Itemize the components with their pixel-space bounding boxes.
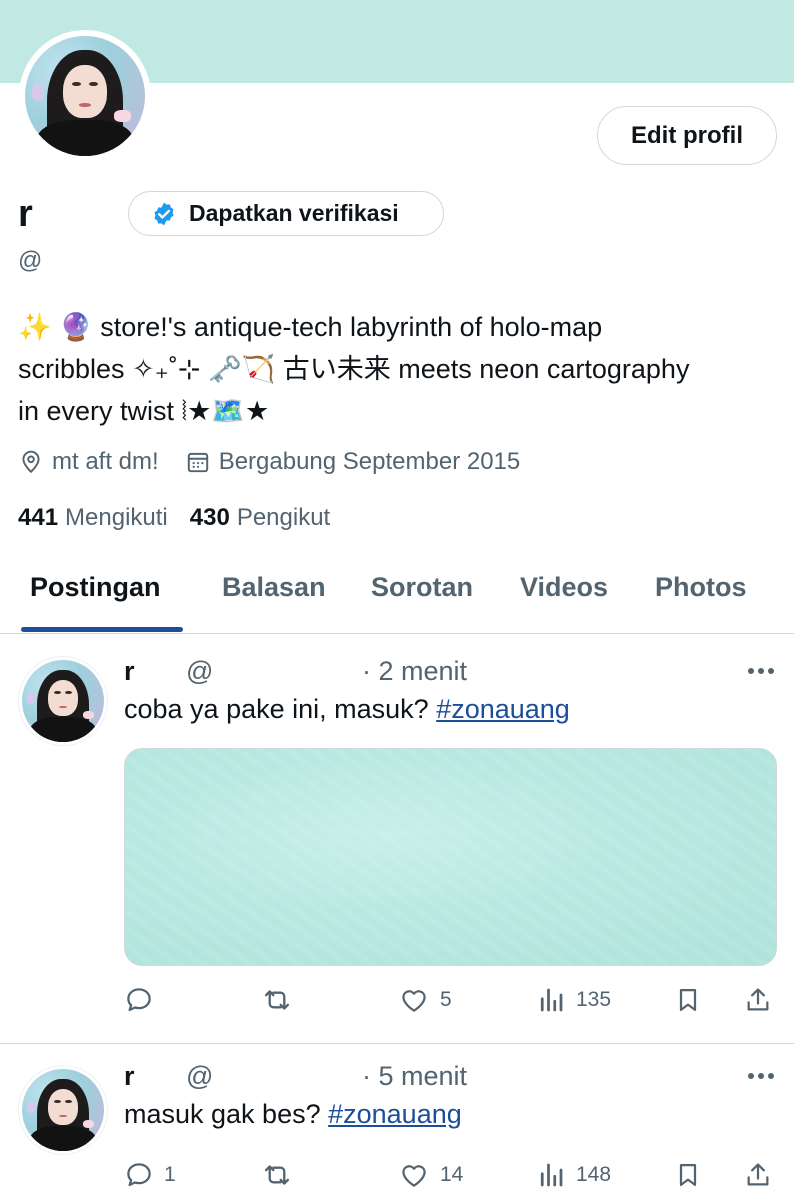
hashtag-link[interactable]: #zonauang xyxy=(436,694,570,724)
get-verified-button[interactable]: Dapatkan verifikasi xyxy=(128,191,444,236)
tab-highlights[interactable]: Sorotan xyxy=(371,572,473,603)
post-author-handle[interactable]: @ xyxy=(186,1061,362,1092)
location-icon xyxy=(22,450,40,474)
reply-icon xyxy=(127,988,151,1012)
views-icon xyxy=(540,1163,563,1187)
bookmark-button[interactable] xyxy=(674,982,712,1018)
joined-text: Bergabung September 2015 xyxy=(218,448,521,475)
reply-button[interactable]: 1 xyxy=(124,1157,176,1193)
calendar-icon xyxy=(187,452,208,473)
followers-count: 430 xyxy=(189,504,230,531)
edit-profile-button[interactable]: Edit profil xyxy=(597,106,777,165)
get-verified-label: Dapatkan verifikasi xyxy=(189,200,399,226)
share-icon xyxy=(747,988,769,1011)
reply-count: 1 xyxy=(164,1163,176,1186)
profile-location: mt aft dm! xyxy=(18,448,159,476)
views-count: 135 xyxy=(576,988,612,1011)
post-author-name[interactable]: r xyxy=(124,656,186,687)
like-icon xyxy=(402,990,426,1012)
repost-icon xyxy=(264,1165,290,1185)
repost-icon xyxy=(264,990,290,1010)
post-header: r @ · 2 menit xyxy=(124,654,774,688)
views-icon xyxy=(540,988,563,1012)
bookmark-icon xyxy=(679,1163,697,1187)
post-actions: 5 135 xyxy=(124,982,784,1018)
hashtag-link[interactable]: #zonauang xyxy=(328,1099,462,1129)
tab-photos[interactable]: Photos xyxy=(655,572,747,603)
follow-stats: 441 Mengikuti 430 Pengikut xyxy=(18,502,352,534)
repost-button[interactable] xyxy=(260,982,304,1018)
share-icon xyxy=(747,1163,769,1186)
tab-videos[interactable]: Videos xyxy=(520,572,608,603)
post-body: coba ya pake ini, masuk? xyxy=(124,694,437,724)
post-header: r @ · 5 menit xyxy=(124,1059,774,1093)
post-actions: 1 14 148 xyxy=(124,1157,784,1193)
following-label: Mengikuti xyxy=(65,504,168,531)
bookmark-icon xyxy=(679,988,697,1012)
tab-posts[interactable]: Postingan xyxy=(30,572,161,603)
repost-button[interactable] xyxy=(260,1157,304,1193)
post-author-handle[interactable]: @ xyxy=(186,656,362,687)
share-button[interactable] xyxy=(744,982,782,1018)
profile-bio: ✨ 🔮 store!'s antique-tech labyrinth of h… xyxy=(18,306,788,432)
post-time[interactable]: · 2 menit xyxy=(362,656,467,687)
views-button[interactable]: 135 xyxy=(536,982,611,1018)
verified-icon xyxy=(154,202,174,225)
views-count: 148 xyxy=(576,1163,612,1186)
post-media-image[interactable] xyxy=(124,748,777,966)
like-button[interactable]: 5 xyxy=(398,982,452,1018)
post-text: masuk gak bes? #zonauang xyxy=(124,1099,462,1130)
profile-tabs: Postingan Balasan Sorotan Videos Photos xyxy=(0,560,794,634)
more-icon[interactable] xyxy=(746,656,776,686)
like-icon xyxy=(402,1165,426,1187)
following-count: 441 xyxy=(18,504,59,531)
like-count: 14 xyxy=(440,1163,464,1186)
share-button[interactable] xyxy=(744,1157,782,1193)
post-avatar[interactable] xyxy=(18,1065,108,1155)
post-time[interactable]: · 5 menit xyxy=(362,1061,467,1092)
post[interactable]: r @ · 2 menit coba ya pake ini, masuk? #… xyxy=(0,640,794,1044)
bookmark-button[interactable] xyxy=(674,1157,712,1193)
profile-joined: Bergabung September 2015 xyxy=(185,448,521,476)
views-button[interactable]: 148 xyxy=(536,1157,611,1193)
more-icon[interactable] xyxy=(746,1061,776,1091)
following-link[interactable]: 441 Mengikuti xyxy=(18,504,168,532)
profile-meta: mt aft dm! Bergabung September 2015 xyxy=(18,446,546,478)
profile-handle: @ xyxy=(18,247,43,274)
reply-icon xyxy=(127,1163,151,1187)
post-text: coba ya pake ini, masuk? #zonauang xyxy=(124,694,570,725)
post-avatar[interactable] xyxy=(18,656,108,746)
profile-avatar[interactable] xyxy=(19,30,151,162)
post-body: masuk gak bes? xyxy=(124,1099,329,1129)
profile-name: r xyxy=(18,193,33,235)
active-tab-indicator xyxy=(21,627,183,632)
bio-line: ✨ 🔮 store!'s antique-tech labyrinth of h… xyxy=(18,312,603,342)
location-text: mt aft dm! xyxy=(52,448,159,475)
reply-button[interactable] xyxy=(124,982,164,1018)
tab-replies[interactable]: Balasan xyxy=(222,572,326,603)
post-author-name[interactable]: r xyxy=(124,1061,186,1092)
followers-label: Pengikut xyxy=(236,504,331,531)
like-count: 5 xyxy=(440,988,452,1011)
post[interactable]: r @ · 5 menit masuk gak bes? #zonauang 1… xyxy=(0,1045,794,1200)
bio-line: scribbles ✧₊˚⊹ 🗝️🏹 古い未来 meets neon carto… xyxy=(18,354,690,384)
like-button[interactable]: 14 xyxy=(398,1157,463,1193)
bio-line: in every twist ⦚★🗺️★ xyxy=(18,396,270,426)
followers-link[interactable]: 430 Pengikut xyxy=(190,504,330,532)
